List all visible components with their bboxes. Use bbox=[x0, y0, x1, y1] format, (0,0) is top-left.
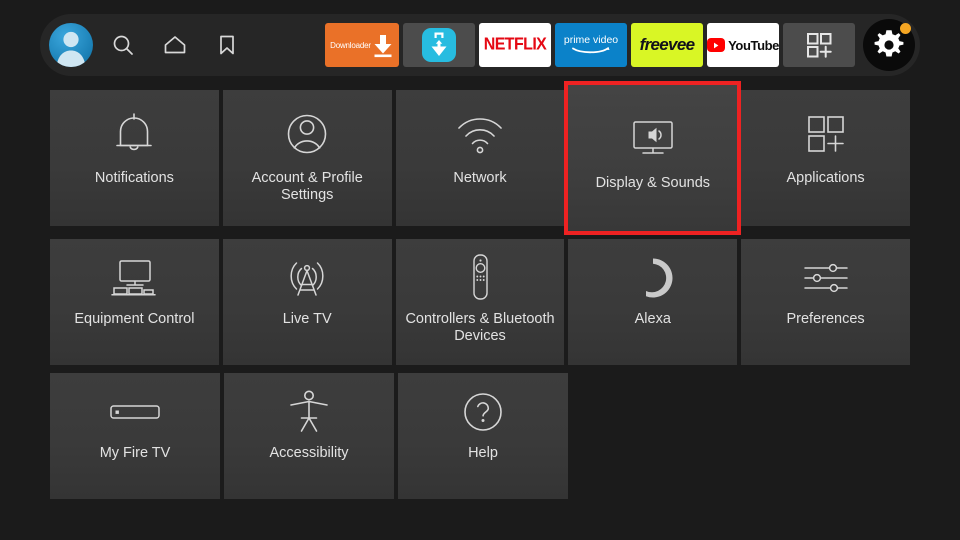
app-shortcut-downloader[interactable]: Downloader bbox=[325, 23, 399, 67]
youtube-play-icon bbox=[707, 38, 726, 52]
settings-tile-label: Live TV bbox=[282, 311, 332, 327]
netflix-wordmark: NETFLIX bbox=[483, 34, 547, 54]
app-shortcut-freevee[interactable]: freevee bbox=[631, 23, 703, 67]
settings-tile-label: Display & Sounds bbox=[595, 175, 711, 191]
settings-tile-applications[interactable]: Applications bbox=[741, 90, 910, 226]
settings-tile-label: My Fire TV bbox=[99, 445, 171, 461]
settings-tile-notifications[interactable]: Notifications bbox=[50, 90, 219, 226]
sliders-icon bbox=[800, 245, 852, 311]
alexa-ring-icon bbox=[630, 245, 676, 311]
settings-tile-alexa[interactable]: Alexa bbox=[568, 239, 738, 365]
bell-icon bbox=[111, 98, 157, 170]
tv-equipment-icon bbox=[108, 245, 160, 311]
gear-icon bbox=[874, 30, 904, 57]
settings-tile-preferences[interactable]: Preferences bbox=[741, 239, 910, 365]
settings-tile-label: Equipment Control bbox=[74, 311, 195, 327]
app-store-glyph bbox=[422, 28, 456, 62]
settings-tile-help[interactable]: Help bbox=[398, 373, 568, 499]
home-icon bbox=[164, 36, 186, 54]
downloader-label: Downloader bbox=[330, 40, 371, 50]
settings-tile-label: Accessibility bbox=[269, 445, 349, 461]
settings-tile-label: Network bbox=[453, 170, 507, 186]
nav-app-shortcuts: Downloader NETFLIX prime video freevee Y… bbox=[325, 19, 915, 71]
settings-tile-controllers-bluetooth-devices[interactable]: Controllers & Bluetooth Devices bbox=[395, 239, 565, 365]
broadcast-tower-icon bbox=[283, 245, 331, 311]
settings-tile-accessibility[interactable]: Accessibility bbox=[224, 373, 394, 499]
app-shortcut-app-store[interactable] bbox=[403, 23, 475, 67]
settings-tile-live-tv[interactable]: Live TV bbox=[222, 239, 392, 365]
settings-tile-label: Account & Profile Settings bbox=[251, 170, 363, 203]
prime-video-wordmark: prime video bbox=[564, 35, 618, 55]
youtube-wordmark: YouTube bbox=[728, 37, 779, 53]
settings-row-1: Notifications Account & Profile Settings bbox=[50, 81, 910, 235]
app-shortcut-all-apps[interactable] bbox=[783, 23, 855, 67]
settings-tile-label: Help bbox=[468, 445, 498, 461]
search-button[interactable] bbox=[101, 23, 145, 67]
play-triangle-icon bbox=[714, 42, 719, 48]
person-circle-icon bbox=[284, 98, 330, 170]
avatar-person-icon bbox=[56, 31, 86, 67]
settings-tile-label: Controllers & Bluetooth Devices bbox=[405, 311, 555, 344]
accessibility-person-icon bbox=[287, 379, 331, 445]
profile-avatar[interactable] bbox=[49, 23, 93, 67]
wifi-icon bbox=[454, 98, 506, 170]
store-bag-download-icon bbox=[431, 32, 447, 56]
amazon-smile-icon bbox=[572, 46, 610, 53]
settings-notification-dot bbox=[900, 23, 911, 34]
download-arrow-icon bbox=[374, 35, 392, 58]
bookmark-icon bbox=[220, 35, 234, 55]
settings-row-2: Equipment Control Live TV Controllers & … bbox=[50, 239, 910, 365]
apps-grid-plus-icon bbox=[807, 33, 832, 58]
app-shortcut-youtube[interactable]: YouTube bbox=[707, 23, 779, 67]
settings-tile-label: Alexa bbox=[634, 311, 671, 327]
settings-tile-account-profile-settings[interactable]: Account & Profile Settings bbox=[222, 90, 392, 226]
prime-video-label: prime video bbox=[563, 34, 619, 47]
fire-tv-stick-icon bbox=[107, 379, 163, 445]
settings-tile-label: Notifications bbox=[94, 170, 174, 186]
settings-tile-label: Preferences bbox=[786, 311, 865, 327]
settings-tile-network[interactable]: Network bbox=[395, 90, 565, 226]
bookmark-button[interactable] bbox=[205, 23, 249, 67]
remote-control-icon bbox=[465, 245, 495, 311]
question-circle-icon bbox=[460, 379, 506, 445]
home-button[interactable] bbox=[153, 23, 197, 67]
nav-left-group bbox=[40, 23, 249, 67]
settings-row-3: My Fire TV Accessibility Help bbox=[50, 373, 910, 499]
tv-speaker-icon bbox=[627, 103, 679, 175]
settings-tile-my-fire-tv[interactable]: My Fire TV bbox=[50, 373, 220, 499]
settings-tile-grid: Notifications Account & Profile Settings bbox=[50, 81, 910, 499]
settings-tile-label: Applications bbox=[786, 170, 865, 186]
app-shortcut-netflix[interactable]: NETFLIX bbox=[479, 23, 551, 67]
apps-grid-plus-icon bbox=[803, 98, 849, 170]
top-navigation-bar: Downloader NETFLIX prime video freevee Y… bbox=[40, 14, 920, 76]
settings-tile-equipment-control[interactable]: Equipment Control bbox=[50, 239, 219, 365]
freevee-wordmark: freevee bbox=[639, 35, 695, 54]
settings-button[interactable] bbox=[863, 19, 915, 71]
search-icon bbox=[113, 35, 133, 55]
app-shortcut-prime-video[interactable]: prime video bbox=[555, 23, 627, 67]
settings-tile-display-and-sounds[interactable]: Display & Sounds bbox=[564, 81, 742, 235]
